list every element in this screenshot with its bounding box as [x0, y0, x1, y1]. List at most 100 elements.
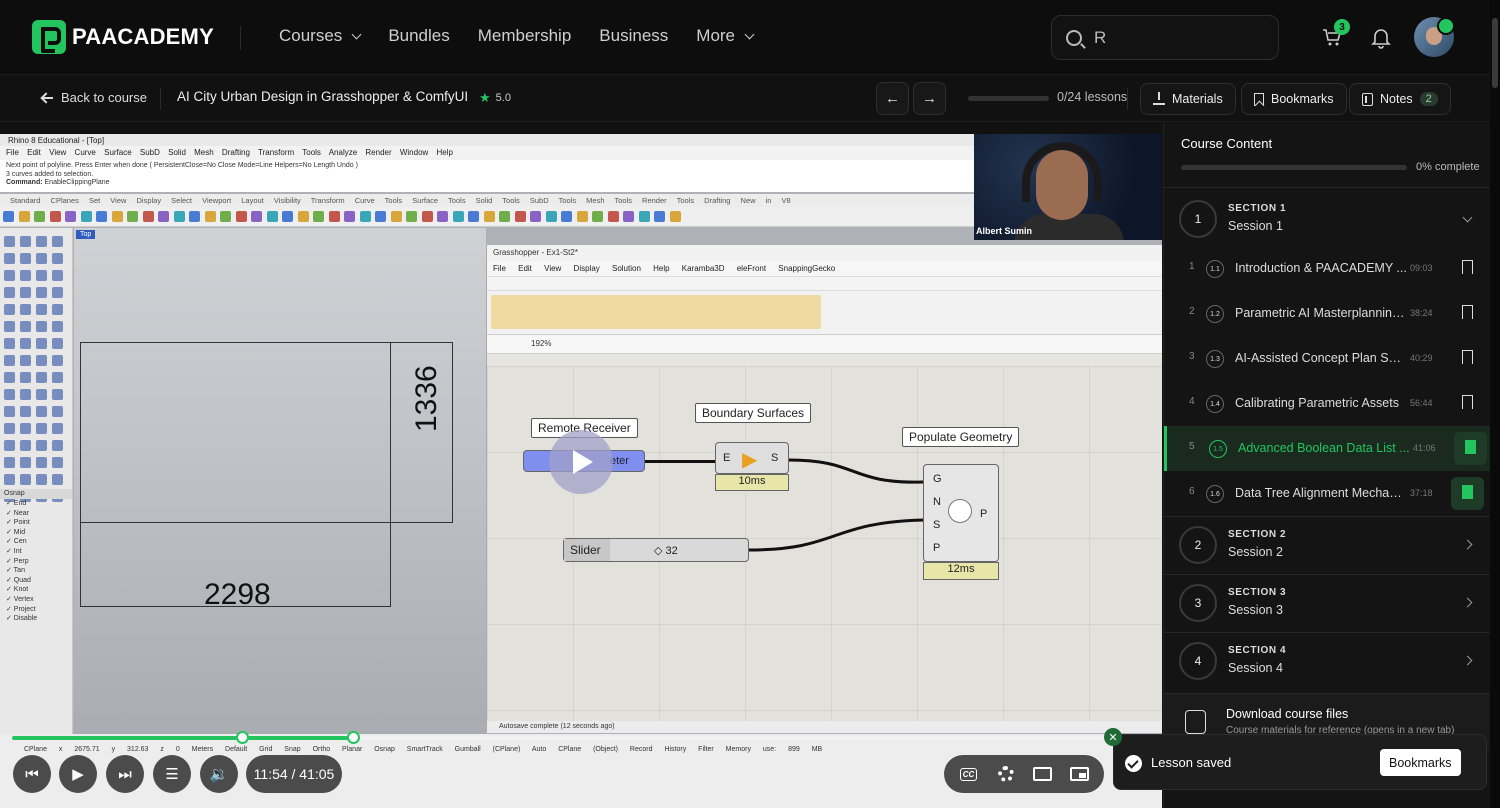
bookmark-icon[interactable]: [1462, 305, 1473, 319]
section-4-header[interactable]: 4 SECTION 4 Session 4: [1164, 632, 1491, 690]
section-kicker: SECTION 4: [1228, 645, 1287, 656]
lesson-toolbar: Back to course AI City Urban Design in G…: [0, 76, 1490, 122]
play-overlay-button[interactable]: [549, 430, 613, 494]
toolbar-tool-icon: [514, 211, 526, 222]
osnap-item[interactable]: ✓ Quad: [6, 576, 72, 586]
chapters-button[interactable]: ☰: [153, 755, 191, 793]
section-number: 4: [1179, 642, 1217, 680]
gh-component-tabs: [487, 276, 1162, 290]
lesson-item[interactable]: 5 1.5 Advanced Boolean Data List ... 41:06: [1164, 426, 1491, 471]
bell-icon[interactable]: [1371, 27, 1391, 49]
logo-text: PAACADEMY: [72, 24, 214, 49]
nav-more[interactable]: More: [696, 26, 755, 46]
tool-icon: [36, 253, 47, 264]
toolbar-tool-icon: [127, 211, 138, 222]
bookmarks-button[interactable]: Bookmarks: [1241, 83, 1347, 115]
tool-icon: [52, 321, 63, 332]
osnap-item[interactable]: ✓ Point: [6, 518, 72, 528]
bookmark-icon[interactable]: [1462, 395, 1473, 409]
section-1-header[interactable]: 1 SECTION 1 Session 1: [1164, 187, 1491, 251]
play-button[interactable]: ▶: [59, 755, 97, 793]
volume-button[interactable]: 🔉: [200, 755, 238, 793]
osnap-item[interactable]: ✓ Tan: [6, 566, 72, 576]
main-nav: Courses Bundles Membership Business More: [279, 26, 781, 46]
section-3-header[interactable]: 3 SECTION 3 Session 3: [1164, 574, 1491, 632]
skip-back-button[interactable]: ⏮: [13, 755, 51, 793]
nav-membership[interactable]: Membership: [478, 26, 572, 46]
tool-icon: [36, 406, 47, 417]
toolbar-tool-icon: [49, 211, 61, 222]
tool-icon: [36, 372, 47, 383]
tool-icon: [52, 440, 63, 451]
tool-icon: [36, 287, 47, 298]
theater-icon: [1033, 767, 1052, 781]
osnap-item[interactable]: ✓ Project: [6, 605, 72, 615]
osnap-item[interactable]: ✓ Cen: [6, 537, 72, 547]
tool-icon: [52, 474, 63, 485]
search-input[interactable]: [1094, 27, 1264, 48]
nav-business[interactable]: Business: [599, 26, 668, 46]
captions-button[interactable]: CC: [952, 759, 985, 789]
bookmark-icon[interactable]: [1462, 260, 1473, 274]
toast-close-button[interactable]: ✕: [1104, 728, 1122, 746]
osnap-item[interactable]: ✓ Knot: [6, 585, 72, 595]
osnap-item[interactable]: ✓ Near: [6, 509, 72, 519]
gh-menu-bar: File Edit View Display Solution Help Kar…: [487, 261, 1162, 276]
previous-lesson-button[interactable]: ←: [876, 82, 909, 115]
toast-bookmarks-button[interactable]: Bookmarks: [1380, 749, 1461, 776]
bookmark-icon[interactable]: [1462, 350, 1473, 364]
file-download-icon: [1185, 710, 1206, 734]
lesson-item[interactable]: 6 1.6 Data Tree Alignment Mechani... 37:18: [1164, 471, 1491, 516]
toolbar-tool-icon: [18, 211, 30, 222]
section-2-header[interactable]: 2 SECTION 2 Session 2: [1164, 516, 1491, 574]
tool-icon: [4, 338, 15, 349]
lesson-item[interactable]: 3 1.3 AI-Assisted Concept Plan Syn... 40:29: [1164, 336, 1491, 381]
bookmark-icon[interactable]: [1465, 440, 1476, 454]
tool-icon: [20, 321, 31, 332]
materials-button[interactable]: Materials: [1140, 83, 1236, 115]
nav-bundles[interactable]: Bundles: [388, 26, 449, 46]
next-lesson-button[interactable]: →: [913, 82, 946, 115]
chevron-right-icon: [1462, 539, 1473, 550]
output-label: S: [771, 452, 779, 464]
page-scrollbar[interactable]: [1490, 0, 1500, 808]
notes-icon: [1362, 92, 1373, 106]
toolbar-tool-icon: [189, 211, 200, 222]
scrollbar-thumb[interactable]: [1492, 18, 1498, 88]
tool-icon: [52, 406, 63, 417]
settings-button[interactable]: [989, 759, 1022, 789]
back-to-course-link[interactable]: Back to course: [42, 90, 147, 105]
notes-button[interactable]: Notes 2: [1349, 83, 1451, 115]
osnap-item[interactable]: ✓ Disable: [6, 614, 72, 624]
search-box[interactable]: [1051, 15, 1279, 60]
picture-in-picture-button[interactable]: [1063, 759, 1096, 789]
tool-icon: [36, 321, 47, 332]
tool-icon: [52, 270, 63, 281]
osnap-item[interactable]: ✓ End: [6, 499, 72, 509]
osnap-item[interactable]: ✓ Vertex: [6, 595, 72, 605]
nav-bundles-label: Bundles: [388, 26, 450, 45]
nav-courses[interactable]: Courses: [279, 26, 362, 46]
lesson-item[interactable]: 2 1.2 Parametric AI Masterplanning... 38:24: [1164, 291, 1491, 336]
nav-courses-label: Courses: [279, 26, 343, 45]
osnap-item[interactable]: ✓ Int: [6, 547, 72, 557]
chevron-down-icon: [1462, 212, 1473, 223]
logo[interactable]: PAACADEMY: [32, 20, 214, 54]
skip-forward-button[interactable]: ⏭: [106, 755, 144, 793]
lesson-item[interactable]: 4 1.4 Calibrating Parametric Assets 56:44: [1164, 381, 1491, 426]
scrubber-handle[interactable]: [235, 731, 249, 744]
section-name: Session 4: [1228, 661, 1283, 675]
chevron-down-icon: [744, 29, 755, 39]
osnap-item[interactable]: ✓ Mid: [6, 528, 72, 538]
theater-mode-button[interactable]: [1026, 759, 1059, 789]
bookmark-icon[interactable]: [1462, 485, 1473, 499]
toolbar-tool-icon: [499, 211, 510, 222]
lesson-item[interactable]: 1 1.1 Introduction & PAACADEMY ... 09:03: [1164, 246, 1491, 291]
tool-icon: [52, 372, 63, 383]
section-number: 3: [1179, 584, 1217, 622]
arrow-right-icon: →: [922, 90, 937, 107]
avatar-status-badge: [1437, 17, 1455, 35]
lesson-duration: 56:44: [1410, 398, 1433, 408]
osnap-item[interactable]: ✓ Perp: [6, 557, 72, 567]
timing-badge: 12ms: [923, 562, 999, 580]
